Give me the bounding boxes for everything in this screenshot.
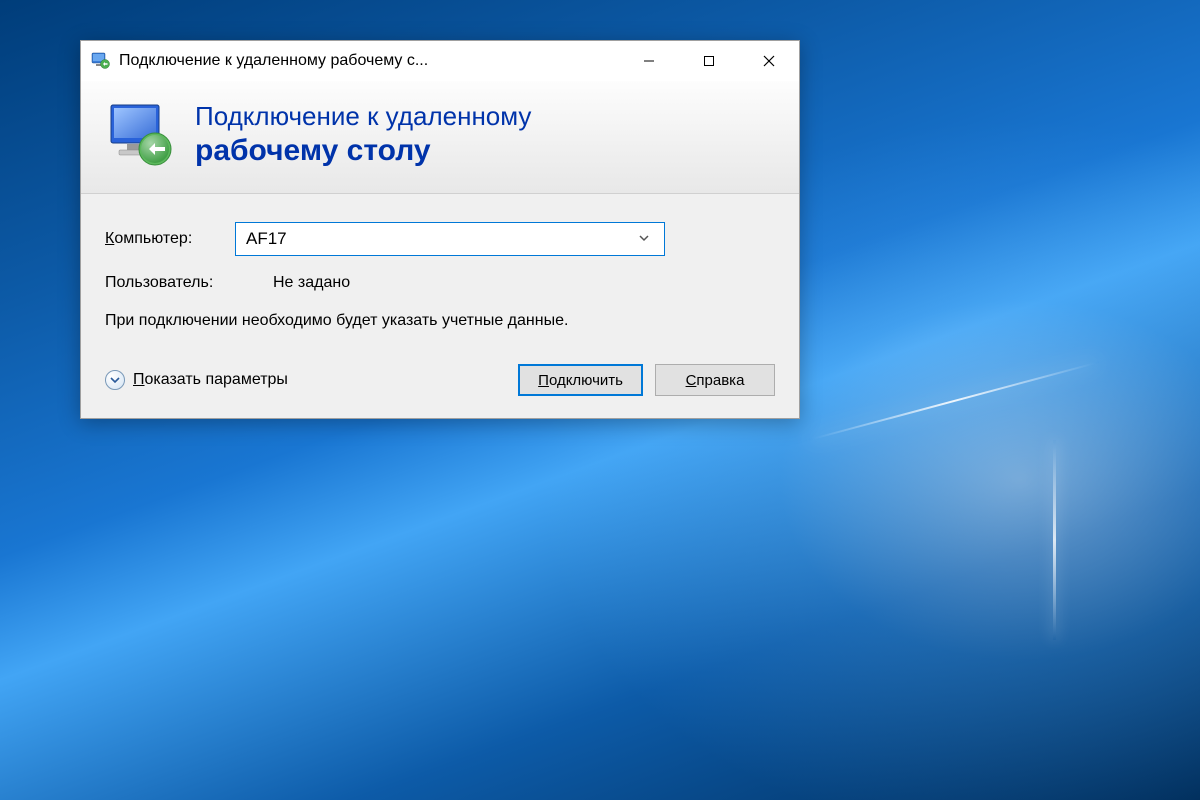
banner-title-line2: рабочему столу <box>195 134 531 168</box>
help-button[interactable]: Справка <box>655 364 775 396</box>
maximize-button[interactable] <box>679 41 739 81</box>
banner-text: Подключение к удаленному рабочему столу <box>195 101 531 168</box>
computer-combobox[interactable] <box>235 222 665 256</box>
computer-input[interactable] <box>246 229 634 249</box>
close-button[interactable] <box>739 41 799 81</box>
user-row: Пользователь: Не задано <box>105 274 775 292</box>
user-label: Пользователь: <box>105 274 235 292</box>
user-value: Не задано <box>273 274 350 292</box>
rdp-icon <box>91 51 111 71</box>
rdp-large-icon <box>105 99 175 169</box>
computer-label: Компьютер: <box>105 230 235 248</box>
chevron-down-icon[interactable] <box>634 232 654 247</box>
window-title: Подключение к удаленному рабочему с... <box>119 52 619 70</box>
computer-row: Компьютер: <box>105 222 775 256</box>
banner-title-line1: Подключение к удаленному <box>195 101 531 132</box>
titlebar[interactable]: Подключение к удаленному рабочему с... <box>81 41 799 81</box>
minimize-button[interactable] <box>619 41 679 81</box>
desktop-light-streak-vertical <box>1053 440 1056 640</box>
action-buttons: Подключить Справка <box>518 364 775 396</box>
expand-down-icon <box>105 370 125 390</box>
dialog-footer: Показать параметры Подключить Справка <box>105 364 775 396</box>
connect-button[interactable]: Подключить <box>518 364 643 396</box>
dialog-content: Компьютер: Пользователь: Не задано При п… <box>81 194 799 418</box>
credentials-hint: При подключении необходимо будет указать… <box>105 310 775 332</box>
header-banner: Подключение к удаленному рабочему столу <box>81 81 799 194</box>
window-controls <box>619 41 799 81</box>
show-options-link[interactable]: Показать параметры <box>105 370 288 390</box>
rdp-dialog: Подключение к удаленному рабочему с... <box>80 40 800 419</box>
